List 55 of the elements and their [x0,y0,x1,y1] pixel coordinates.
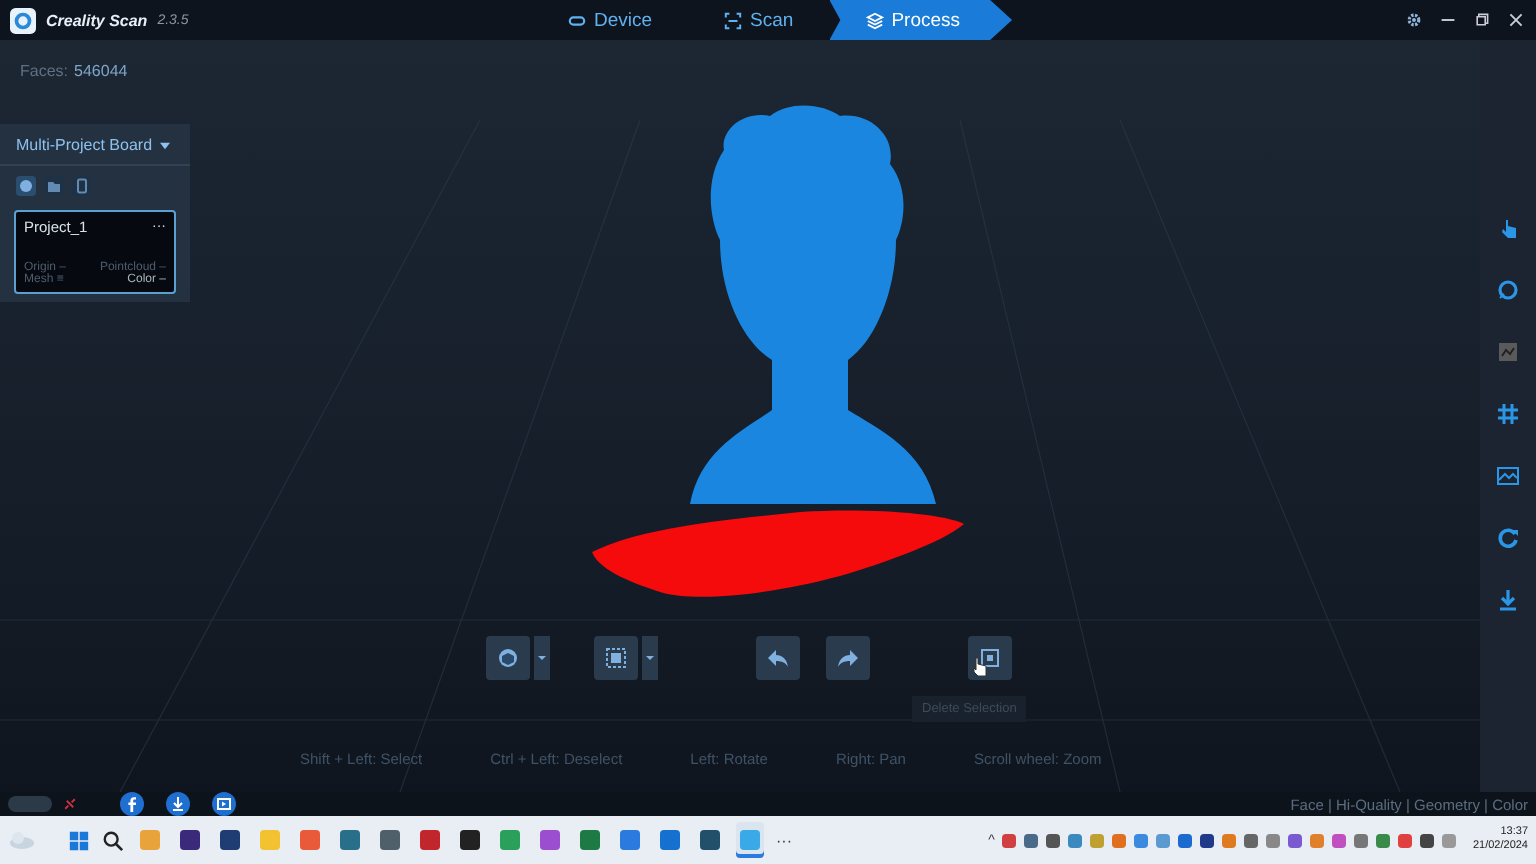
layers-icon [865,11,884,29]
select-button[interactable] [594,636,638,680]
settings-icon[interactable] [1406,12,1422,28]
delete-button[interactable] [968,636,1012,680]
more-apps-button[interactable]: ··· [776,831,792,849]
start-icon[interactable] [68,829,90,851]
faces-count: 546044 [74,62,128,80]
mode-tab[interactable]: Scan [688,0,830,40]
search-icon[interactable] [102,829,124,851]
close-icon[interactable] [1508,12,1524,28]
tray-icon[interactable] [1244,833,1259,847]
caret-icon [644,652,656,664]
delete-icon [978,646,1002,670]
connection-pill-icon [8,796,52,812]
hand-icon[interactable] [1496,216,1520,240]
redo-icon [836,646,860,670]
globe-tab[interactable] [16,176,36,196]
image-icon[interactable] [1496,464,1520,488]
download-icon[interactable] [166,792,190,816]
link-icon [568,11,586,29]
project-board-dropdown[interactable]: Multi-Project Board [0,124,190,166]
grid-icon[interactable] [1496,402,1520,426]
restore-icon[interactable] [1474,12,1490,28]
refresh-icon[interactable] [1496,526,1520,550]
app-logo-icon [10,7,36,33]
tray-icon[interactable] [1178,833,1193,847]
undo-button[interactable] [756,636,800,680]
tray-icon[interactable] [1354,833,1369,847]
dropdown-button[interactable] [534,636,550,680]
mode-tab[interactable]: Process [829,0,1013,40]
tray-icon[interactable] [1046,833,1061,847]
undo-icon [766,646,790,670]
video-icon[interactable] [212,792,236,816]
phone-tab[interactable] [72,176,92,196]
caret-icon [160,141,171,150]
faces-label: Faces: [20,62,69,80]
tray-icon[interactable] [1288,833,1303,847]
tray-icon[interactable] [1002,833,1017,847]
cube-icon [496,646,520,670]
redo-button[interactable] [826,636,870,680]
tray-icon[interactable] [1024,833,1039,847]
window-title: Creality Scan [46,11,148,29]
dropdown-button[interactable] [642,636,658,680]
mode-tab[interactable]: Device [532,0,689,40]
unlink-icon [62,796,78,812]
cube-button[interactable] [486,636,530,680]
cursor-icon [972,656,988,676]
lasso-icon[interactable] [1496,278,1520,302]
folder-tab[interactable] [44,176,64,196]
tray-icon[interactable] [1200,833,1215,847]
select-icon [604,646,628,670]
tray-icon[interactable] [1420,833,1435,847]
caret-icon [536,652,548,664]
scan-icon [724,11,743,29]
facebook-icon[interactable] [120,792,144,816]
